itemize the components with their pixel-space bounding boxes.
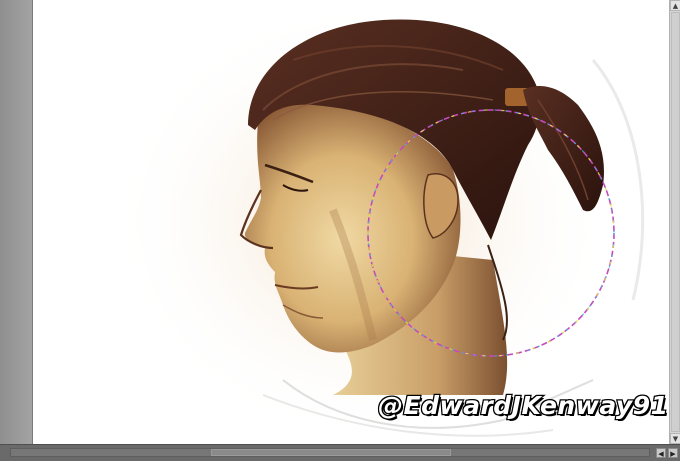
vertical-scroll-thumb[interactable] [671, 12, 680, 432]
horizontal-scroll-track[interactable] [10, 448, 650, 457]
scroll-left-icon[interactable]: ◀ [656, 448, 666, 458]
artwork-painting [113, 0, 645, 440]
drawing-canvas[interactable]: @EdwardJKenway91 [33, 0, 669, 444]
horizontal-scrollbar[interactable]: ◀ ▶ [0, 444, 680, 461]
scroll-right-icon[interactable]: ▶ [668, 448, 678, 458]
workspace-gutter [0, 0, 33, 444]
horizontal-scroll-thumb[interactable] [211, 449, 451, 456]
scroll-down-icon[interactable]: ▼ [670, 433, 680, 444]
paint-app-window: @EdwardJKenway91 ▲ ▼ ◀ ▶ [0, 0, 680, 461]
artist-watermark: @EdwardJKenway91 [377, 390, 669, 422]
scroll-up-icon[interactable]: ▲ [670, 0, 680, 11]
vertical-scrollbar[interactable]: ▲ ▼ [669, 0, 680, 444]
